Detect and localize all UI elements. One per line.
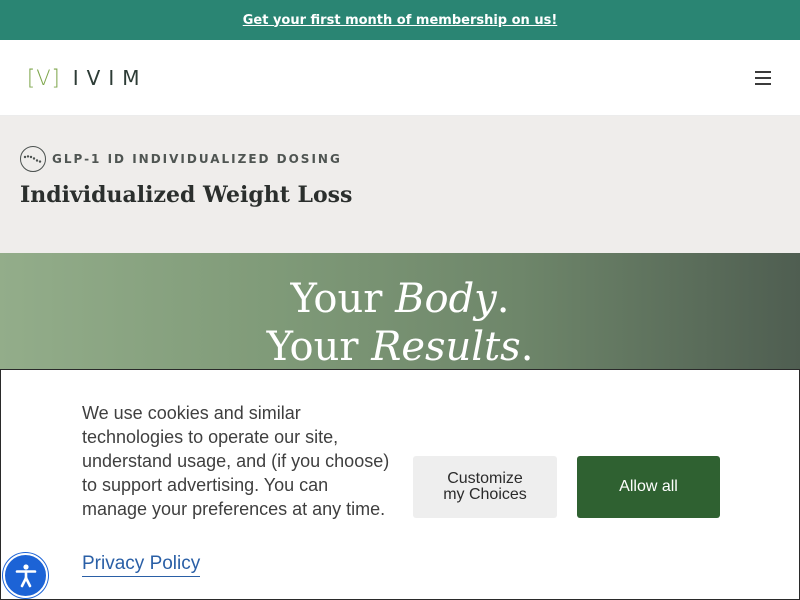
hero-line-2-prefix: Your bbox=[266, 324, 372, 370]
intro-section: GLP-1 ID INDIVIDUALIZED DOSING Individua… bbox=[0, 116, 800, 253]
site-header: [V] IVIM bbox=[0, 40, 800, 116]
promo-bar: Get your first month of membership on us… bbox=[0, 0, 800, 40]
accessibility-button[interactable] bbox=[3, 553, 48, 598]
eyebrow-text: GLP-1 ID INDIVIDUALIZED DOSING bbox=[52, 152, 342, 166]
hamburger-icon-line bbox=[755, 83, 771, 85]
logo[interactable]: [V] IVIM bbox=[27, 66, 148, 90]
hero-line-2: Your Results. bbox=[0, 323, 800, 371]
hero-line-2-suffix: . bbox=[520, 324, 534, 370]
customize-choices-button[interactable]: Customize my Choices bbox=[413, 456, 557, 518]
hero-line-1-suffix: . bbox=[496, 276, 510, 322]
page-title: Individualized Weight Loss bbox=[20, 182, 353, 208]
hero-line-1-prefix: Your bbox=[290, 276, 396, 322]
privacy-policy-link[interactable]: Privacy Policy bbox=[82, 553, 201, 577]
allow-all-button[interactable]: Allow all bbox=[577, 456, 720, 518]
hero-headline: Your Body. Your Results. bbox=[0, 275, 800, 371]
hero-line-2-emphasis: Results bbox=[371, 324, 521, 370]
hero-line-1: Your Body. bbox=[0, 275, 800, 323]
logo-text: IVIM bbox=[72, 66, 148, 90]
hero-line-1-emphasis: Body bbox=[395, 276, 497, 322]
menu-button[interactable] bbox=[751, 68, 775, 88]
cookie-banner: We use cookies and similar technologies … bbox=[0, 369, 800, 600]
accessibility-icon bbox=[15, 563, 36, 587]
hamburger-icon bbox=[755, 71, 771, 73]
promo-link[interactable]: Get your first month of membership on us… bbox=[243, 13, 558, 28]
cookie-message: We use cookies and similar technologies … bbox=[82, 403, 390, 519]
eyebrow: GLP-1 ID INDIVIDUALIZED DOSING bbox=[20, 146, 342, 172]
logo-mark: [V] bbox=[27, 66, 61, 90]
dotted-curve-icon bbox=[20, 146, 46, 172]
hamburger-icon-line bbox=[755, 77, 771, 79]
